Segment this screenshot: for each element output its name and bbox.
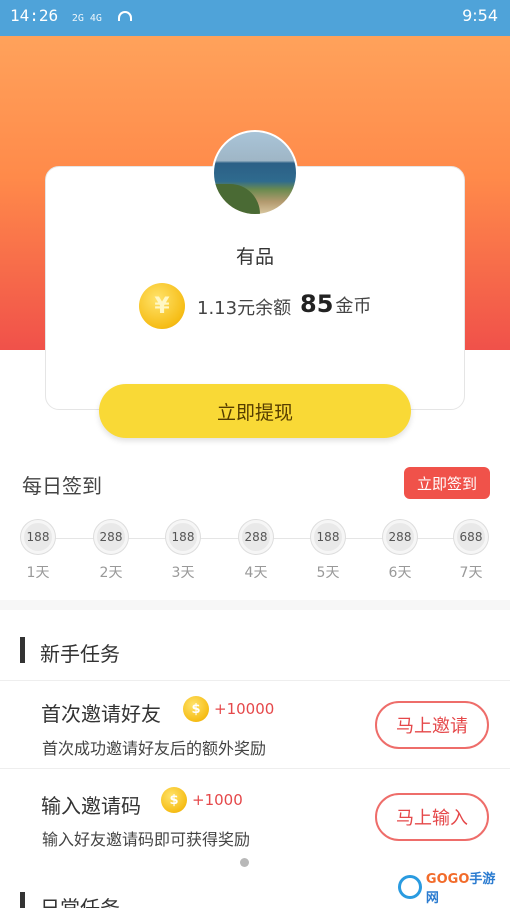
day-reward: 688 bbox=[454, 520, 488, 554]
day-reward: 188 bbox=[166, 520, 200, 554]
task-description: 输入好友邀请码即可获得奖励 bbox=[42, 830, 251, 849]
checkin-day: 188 5天 bbox=[308, 520, 348, 582]
coin-icon: $ bbox=[183, 696, 209, 722]
user-name: 有品 bbox=[235, 246, 274, 268]
wifi-icon bbox=[117, 11, 132, 21]
checkin-day: 288 6天 bbox=[380, 520, 420, 582]
checkin-day: 688 7天 bbox=[451, 520, 491, 582]
checkin-day: 188 1天 bbox=[18, 520, 58, 582]
day-label: 7天 bbox=[459, 565, 483, 581]
checkin-day: 288 2天 bbox=[91, 520, 131, 582]
task-title: 输入邀请码 bbox=[41, 794, 141, 818]
yuan-coin-icon: ¥ bbox=[139, 283, 185, 329]
balance-text: 1.13元余额 bbox=[197, 298, 292, 319]
gold-value: 85 bbox=[300, 290, 334, 318]
status-time-left: 14:26 bbox=[10, 6, 59, 25]
gold-unit: 金币 bbox=[335, 296, 372, 317]
day-reward: 288 bbox=[239, 520, 273, 554]
page-indicator bbox=[240, 858, 249, 867]
divider bbox=[0, 768, 510, 769]
section-divider bbox=[0, 600, 510, 610]
newbie-tasks-title: 新手任务 bbox=[40, 642, 120, 666]
daily-tasks-title: 日常任务 bbox=[40, 896, 120, 908]
status-time-right: 9:54 bbox=[462, 6, 498, 25]
day-reward: 288 bbox=[383, 520, 417, 554]
day-label: 5天 bbox=[316, 565, 340, 581]
task-description: 首次成功邀请好友后的额外奖励 bbox=[42, 739, 267, 758]
coin-icon: $ bbox=[161, 787, 187, 813]
status-bar: 14:26 2G 4G 9:54 bbox=[0, 0, 510, 36]
checkin-day: 188 3天 bbox=[163, 520, 203, 582]
watermark-logo: GOGO手游网 bbox=[398, 868, 508, 906]
day-label: 4天 bbox=[244, 565, 268, 581]
gold-coins: 85 金币 bbox=[300, 290, 371, 318]
watermark-brand-a: GOGO bbox=[425, 872, 470, 887]
day-label: 2天 bbox=[99, 565, 123, 581]
section-marker bbox=[20, 892, 25, 908]
task-reward: +10000 bbox=[214, 700, 275, 718]
section-marker bbox=[20, 637, 25, 663]
checkin-button[interactable]: 立即签到 bbox=[404, 467, 490, 499]
daily-checkin-title: 每日签到 bbox=[22, 474, 102, 498]
day-label: 6天 bbox=[388, 565, 412, 581]
day-reward: 188 bbox=[21, 520, 55, 554]
withdraw-button[interactable]: 立即提现 bbox=[99, 384, 411, 438]
day-reward: 288 bbox=[94, 520, 128, 554]
avatar-scenery bbox=[214, 184, 260, 214]
gogo-logo-icon bbox=[398, 875, 422, 899]
checkin-day: 288 4天 bbox=[236, 520, 276, 582]
task-reward: +1000 bbox=[192, 791, 243, 809]
watermark-text: GOGO手游网 bbox=[426, 868, 508, 906]
day-reward: 188 bbox=[311, 520, 345, 554]
divider bbox=[0, 680, 510, 681]
avatar[interactable] bbox=[212, 130, 298, 216]
enter-code-button[interactable]: 马上输入 bbox=[375, 793, 489, 841]
day-label: 1天 bbox=[26, 565, 50, 581]
signal-indicator: 2G 4G bbox=[71, 13, 102, 24]
invite-now-button[interactable]: 马上邀请 bbox=[375, 701, 489, 749]
status-left: 14:26 2G 4G bbox=[10, 6, 132, 25]
day-label: 3天 bbox=[171, 565, 195, 581]
task-title: 首次邀请好友 bbox=[41, 702, 161, 726]
